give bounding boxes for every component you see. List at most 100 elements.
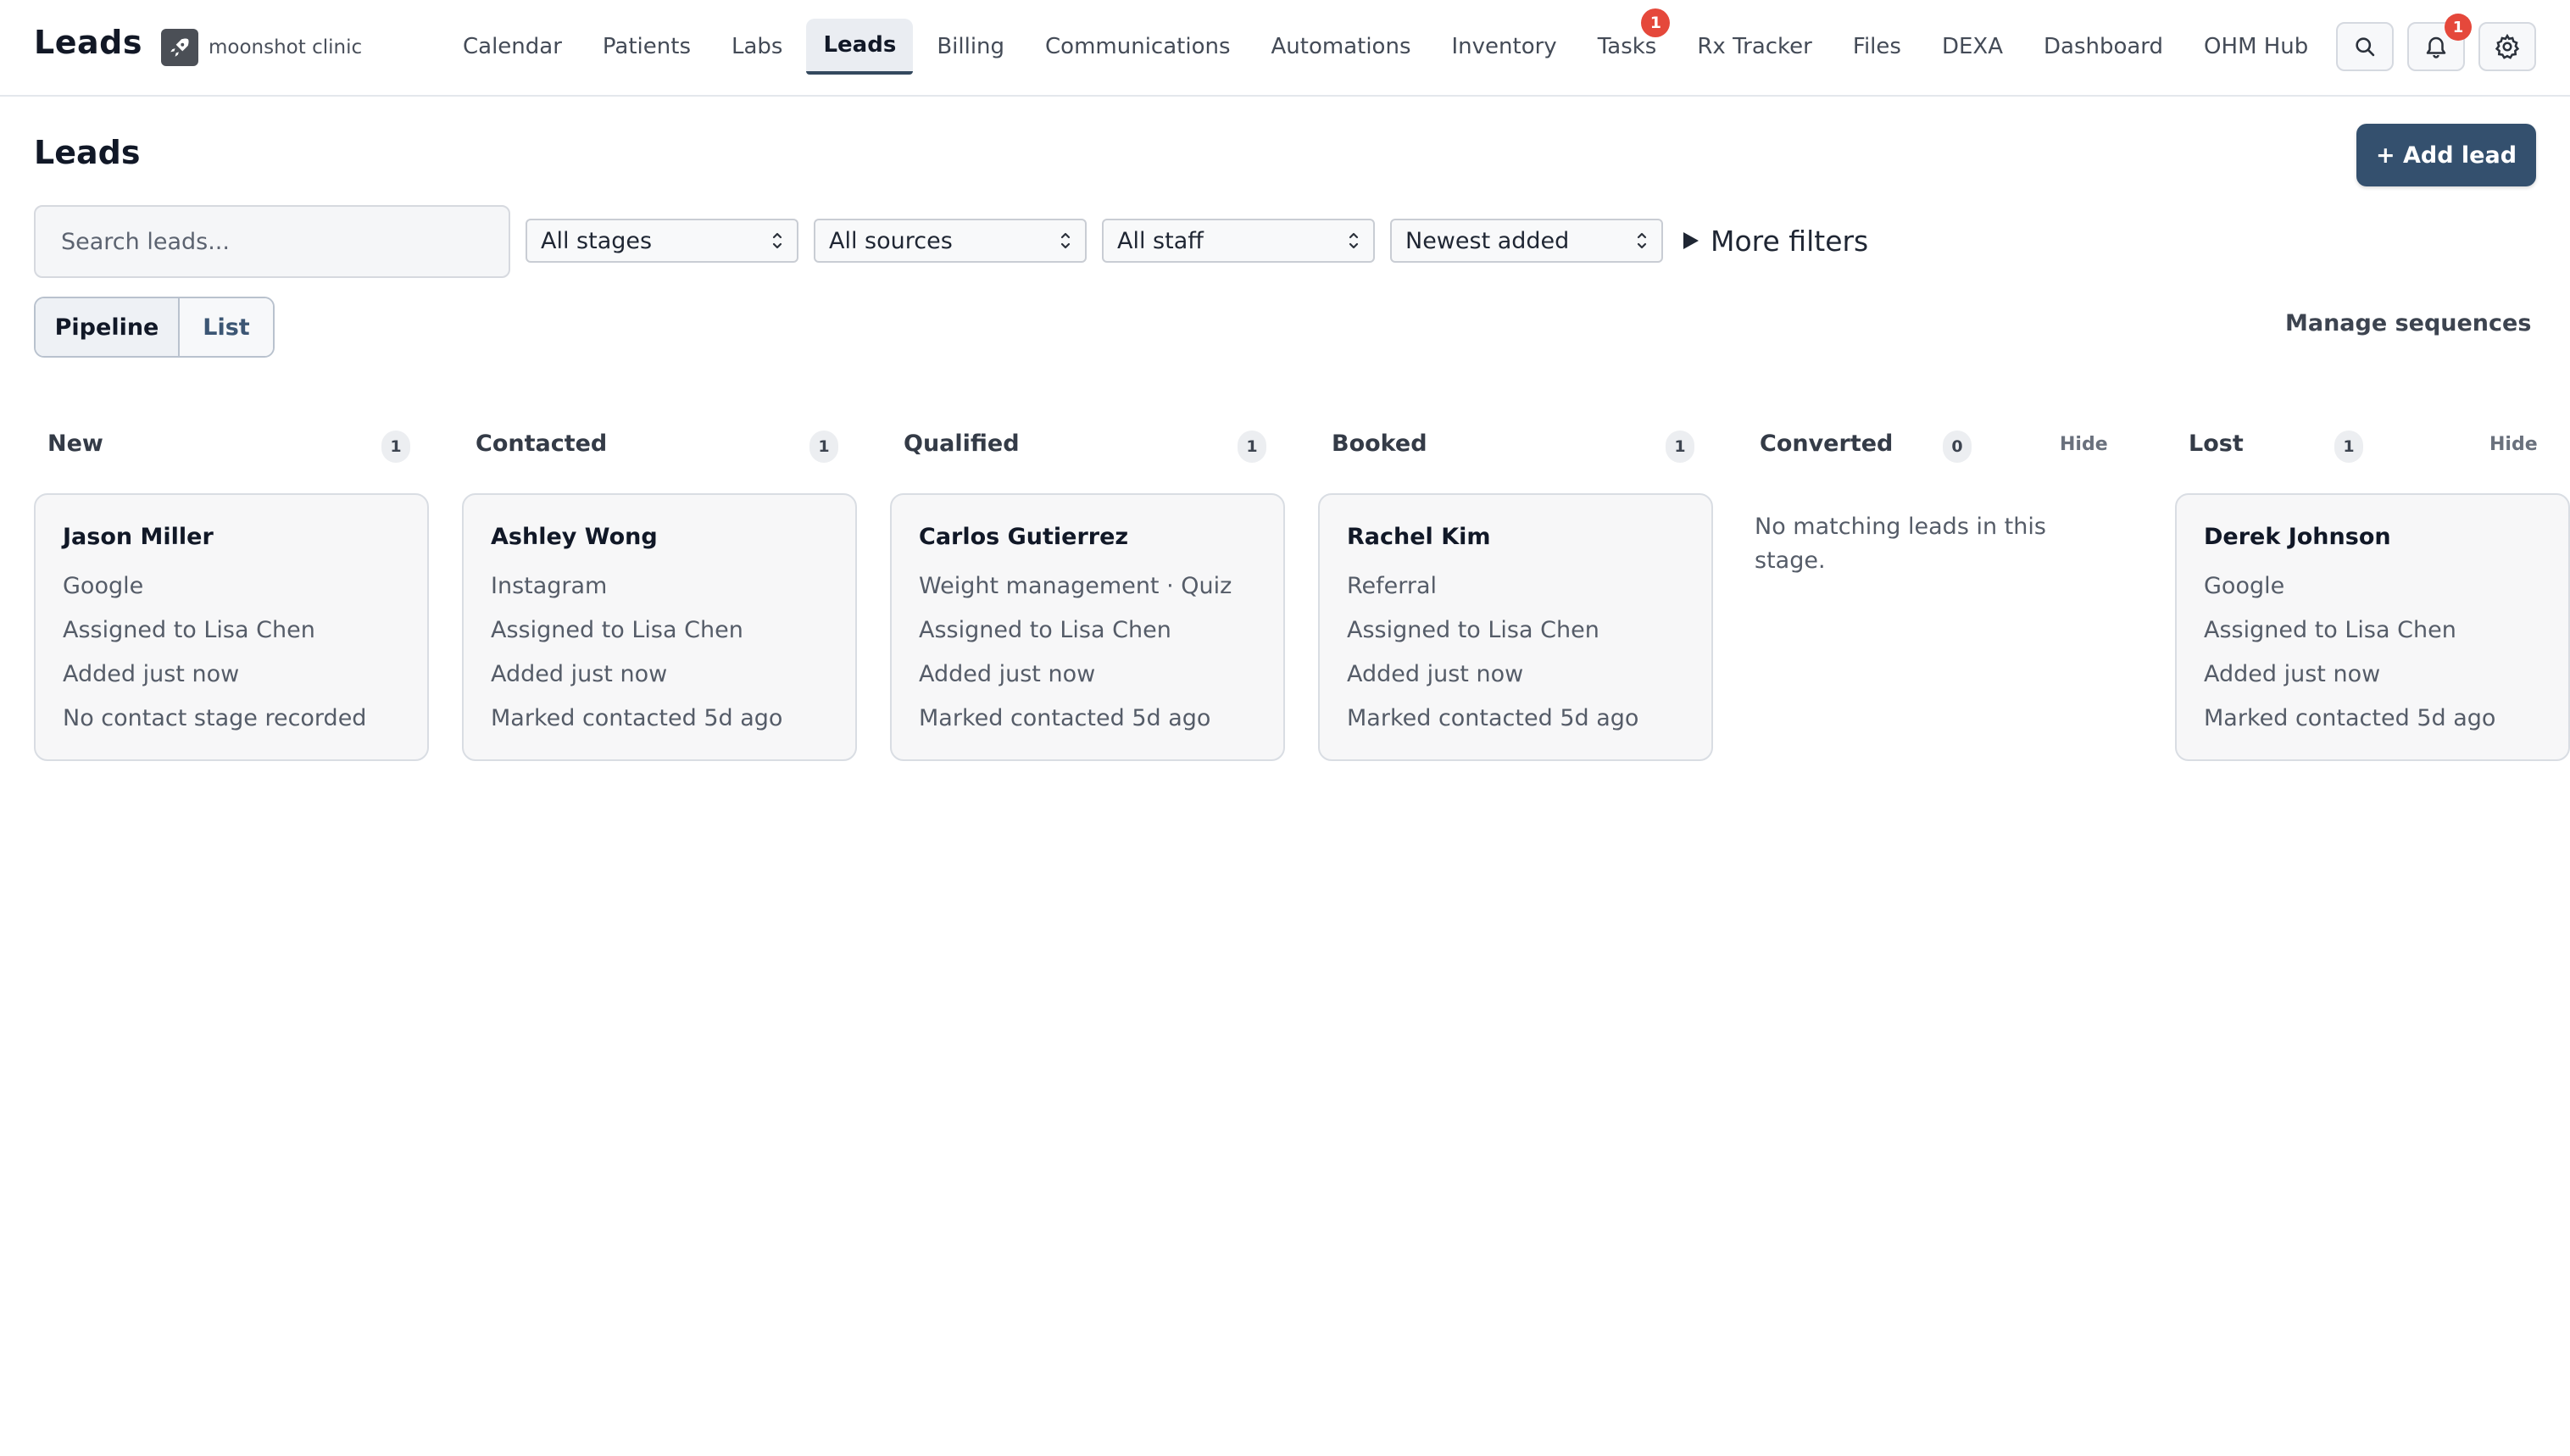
chevron-up-down-icon <box>1060 232 1071 249</box>
tasks-count-badge: 1 <box>1641 8 1671 37</box>
lead-card[interactable]: Rachel Kim Referral Assigned to Lisa Che… <box>1318 493 1713 761</box>
nav-item-labs[interactable]: Labs <box>715 19 799 75</box>
nav-item-automations[interactable]: Automations <box>1254 19 1428 75</box>
pipeline-column-qualified: Qualified 1 Carlos Gutierrez Weight mana… <box>890 420 1285 776</box>
lead-source: Google <box>63 573 144 599</box>
nav-item-label: Inventory <box>1451 34 1557 59</box>
pipeline-column-contacted: Contacted 1 Ashley Wong Instagram Assign… <box>462 420 857 776</box>
lead-name: Jason Miller <box>63 524 214 550</box>
nav-item-patients[interactable]: Patients <box>586 19 708 75</box>
stage-filter-value: All stages <box>541 227 653 254</box>
search-input[interactable] <box>34 205 510 278</box>
column-title: Converted <box>1760 431 1894 457</box>
manage-sequences-link[interactable]: Manage sequences <box>2285 310 2531 344</box>
nav-item-dashboard[interactable]: Dashboard <box>2027 19 2180 75</box>
lead-name: Ashley Wong <box>491 524 658 550</box>
nav-item-label: OHM Hub <box>2204 34 2309 59</box>
page-title: Leads <box>34 134 141 171</box>
sort-select[interactable]: Newest added <box>1390 219 1663 263</box>
lead-added: Added just now <box>1347 661 1524 687</box>
search-icon <box>2356 37 2375 57</box>
hide-column-button[interactable]: Hide <box>2489 434 2538 455</box>
rocket-icon <box>161 29 198 66</box>
nav-item-inventory[interactable]: Inventory <box>1435 19 1574 75</box>
lead-contact-status: Marked contacted 5d ago <box>2204 705 2496 731</box>
lead-contact-status: No contact stage recorded <box>63 705 367 731</box>
staff-filter-value: All staff <box>1117 227 1204 254</box>
lead-contact-status: Marked contacted 5d ago <box>1347 705 1639 731</box>
column-title: Booked <box>1332 431 1427 457</box>
lead-added: Added just now <box>2204 661 2381 687</box>
hide-column-button[interactable]: Hide <box>2060 434 2108 455</box>
lead-added: Added just now <box>491 661 668 687</box>
lead-card[interactable]: Derek Johnson Google Assigned to Lisa Ch… <box>2175 493 2570 761</box>
nav-item-calendar[interactable]: Calendar <box>446 19 579 75</box>
brand[interactable]: moonshot clinic <box>161 29 362 66</box>
notifications-badge: 1 <box>2445 14 2472 41</box>
column-title: New <box>47 431 103 457</box>
lead-source: Google <box>2204 573 2285 599</box>
sort-value: Newest added <box>1405 227 1570 254</box>
bell-icon <box>2426 36 2446 58</box>
nav-item-files[interactable]: Files <box>1836 19 1918 75</box>
lead-name: Derek Johnson <box>2204 524 2391 550</box>
nav-item-label: Labs <box>732 34 783 59</box>
notifications-button[interactable]: 1 <box>2407 14 2472 71</box>
nav-item-label: Dashboard <box>2043 34 2164 59</box>
nav-item-label: DEXA <box>1941 34 2003 59</box>
nav-item-billing[interactable]: Billing <box>920 19 1021 75</box>
nav-item-rx-tracker[interactable]: Rx Tracker <box>1680 19 1829 75</box>
pipeline-column-lost: Lost 1 Hide Derek Johnson Google Assigne… <box>2175 420 2570 776</box>
lead-source: Referral <box>1347 573 1438 599</box>
add-lead-button[interactable]: + Add lead <box>2356 124 2536 186</box>
nav-item-label: Files <box>1852 34 1901 59</box>
main-nav: Calendar Patients Labs Leads Billing Com… <box>446 8 2332 75</box>
lead-assignee: Assigned to Lisa Chen <box>1347 617 1599 643</box>
nav-item-communications[interactable]: Communications <box>1028 19 1247 75</box>
lead-card[interactable]: Ashley Wong Instagram Assigned to Lisa C… <box>462 493 857 761</box>
pipeline-view-button[interactable]: Pipeline <box>36 298 180 356</box>
gear-icon <box>2495 33 2520 59</box>
chevron-up-down-icon <box>772 232 782 249</box>
lead-name: Rachel Kim <box>1347 524 1491 550</box>
nav-item-ohm-hub[interactable]: OHM Hub <box>2187 19 2325 75</box>
lead-contact-status: Marked contacted 5d ago <box>919 705 1211 731</box>
settings-button[interactable] <box>2478 22 2536 71</box>
pipeline-column-converted: Converted 0 Hide No matching leads in th… <box>1746 420 2141 776</box>
search-button[interactable] <box>2336 22 2394 71</box>
chevron-up-down-icon <box>1637 232 1647 249</box>
source-filter-select[interactable]: All sources <box>814 219 1087 263</box>
more-filters-toggle[interactable]: More filters <box>1682 219 1868 263</box>
column-title: Lost <box>2189 431 2244 457</box>
column-count-badge: 1 <box>2334 431 2363 463</box>
list-view-button[interactable]: List <box>180 298 273 356</box>
nav-item-leads[interactable]: Leads <box>806 19 914 75</box>
nav-item-label: Patients <box>602 34 691 59</box>
leads-page: Leads moonshot clinic Calendar Patients … <box>0 0 2570 1456</box>
lead-card[interactable]: Carlos Gutierrez Weight management · Qui… <box>890 493 1285 761</box>
chevron-up-down-icon <box>1349 232 1359 249</box>
lead-contact-status: Marked contacted 5d ago <box>491 705 783 731</box>
column-count-badge: 1 <box>1238 431 1266 463</box>
lead-card[interactable]: Jason Miller Google Assigned to Lisa Che… <box>34 493 429 761</box>
nav-item-tasks[interactable]: Tasks 1 <box>1581 8 1674 75</box>
top-nav-bar: Leads moonshot clinic Calendar Patients … <box>0 0 2570 97</box>
column-count-badge: 1 <box>809 431 838 463</box>
nav-item-label: Communications <box>1045 34 1231 59</box>
empty-column-message: No matching leads in this stage. <box>1755 514 2046 574</box>
stage-filter-select[interactable]: All stages <box>526 219 798 263</box>
nav-item-label: Leads <box>823 32 897 58</box>
lead-source: Instagram <box>491 573 608 599</box>
lead-assignee: Assigned to Lisa Chen <box>2204 617 2456 643</box>
source-filter-value: All sources <box>829 227 953 254</box>
staff-filter-select[interactable]: All staff <box>1102 219 1375 263</box>
column-count-badge: 1 <box>1666 431 1694 463</box>
view-toggle: Pipeline List <box>34 297 275 358</box>
lead-source: Weight management · Quiz <box>919 573 1232 599</box>
column-count-badge: 0 <box>1943 431 1972 463</box>
nav-item-dexa[interactable]: DEXA <box>1925 19 2020 75</box>
nav-item-label: Calendar <box>463 34 562 59</box>
triangle-right-icon <box>1683 232 1699 249</box>
lead-name: Carlos Gutierrez <box>919 524 1129 550</box>
lead-assignee: Assigned to Lisa Chen <box>919 617 1171 643</box>
